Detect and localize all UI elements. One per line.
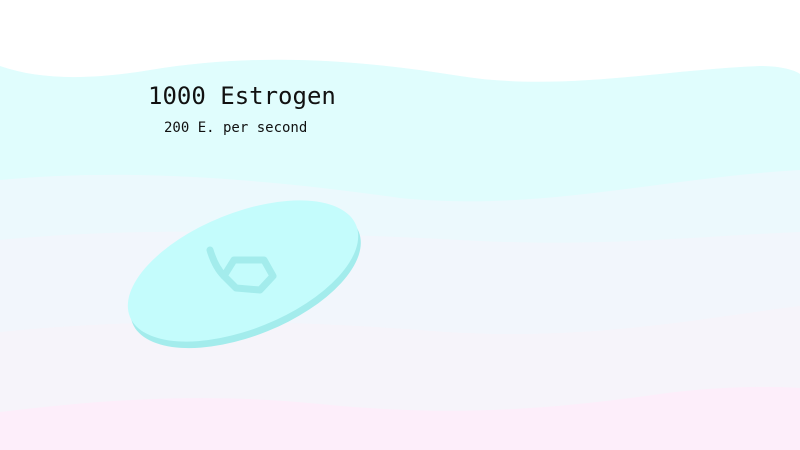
game-stage: 1000 Estrogen 200 E. per second — [0, 0, 800, 450]
estrogen-pill-icon[interactable] — [112, 190, 374, 352]
estrogen-count: 1000 Estrogen — [148, 82, 336, 110]
estrogen-per-second: 200 E. per second — [164, 120, 308, 136]
estrogen-pill-button[interactable] — [112, 190, 374, 352]
pill-face — [127, 200, 359, 342]
